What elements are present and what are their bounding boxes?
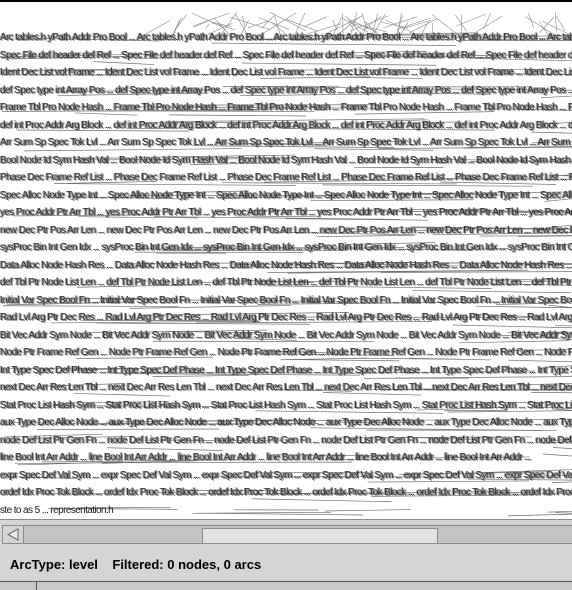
arc-line [483,12,491,30]
node-label-list: Arc tables.h yPath Addr Pro Bool ... Arc… [0,29,572,519]
node-label-row[interactable]: expr Spec Def Val Sym ... expr Spec Def … [0,467,572,485]
node-label-row[interactable]: Spec Alloc Node Type Int ... Spec Alloc … [0,187,572,205]
node-label-row[interactable]: new Dec Ptr Pos Arr Len ... new Dec Ptr … [0,222,572,240]
triangle-left-icon [6,528,19,541]
node-label-row[interactable]: Rad Lvl Arg Ptr Dec Res ... Rad Lvl Arg … [0,309,572,327]
node-label-row[interactable]: Spec File def header def Ref ... Spec Fi… [0,47,572,65]
node-label-row[interactable]: next Dec Arr Res Len Tbl ... next Dec Ar… [0,379,572,397]
node-label-row[interactable]: line Bool Int Arr Addr ... line Bool Int… [0,449,572,467]
node-label-row[interactable]: aux Type Dec Alloc Node ... aux Type Dec… [0,414,572,432]
status-bar-bottom-strip [0,581,572,590]
arc-line [261,15,274,29]
arc-line [205,23,210,29]
node-label-row[interactable]: def Spec type int Array Pos ... def Spec… [0,82,572,100]
node-label-row[interactable]: Arr Sum Sp Spec Tok Lvl ... Arr Sum Sp S… [0,134,572,152]
arc-line [304,16,327,27]
node-label-row[interactable]: Arc tables.h yPath Addr Pro Bool ... Arc… [0,29,572,47]
node-label-row[interactable]: Phase Dec Frame Ref List ... Phase Dec F… [0,169,572,187]
node-label-row[interactable]: Int Type Spec Def Phase ... Int Type Spe… [0,362,572,380]
node-label-row[interactable]: node Def List Ptr Gen Fn ... node Def Li… [0,432,572,450]
node-label-row[interactable]: Stat Proc List Hash Sym ... Stat Proc Li… [0,397,572,415]
graph-canvas[interactable]: Arc tables.h yPath Addr Pro Bool ... Arc… [0,2,572,519]
node-label-row[interactable]: sysProc Bin Int Gen Idx ... sysProc Bin … [0,239,572,257]
node-label-row[interactable]: Bool Node Id Sym Hash Val ... Bool Node … [0,152,572,170]
arc-line [528,12,535,29]
node-label-row[interactable]: Node Ptr Frame Ref Gen ... Node Ptr Fram… [0,344,572,362]
node-label-row[interactable]: Bit Vec Addr Sym Node ... Bit Vec Addr S… [0,327,572,345]
graph-viewer-window: Arc tables.h yPath Addr Pro Bool ... Arc… [0,0,572,590]
scroll-left-button[interactable] [2,525,24,544]
scroll-thumb[interactable] [202,528,438,544]
node-label-row[interactable]: ordef Idx Proc Tok Block ... ordef Idx P… [0,484,572,502]
arc-line [456,13,486,27]
arc-line [192,12,230,27]
status-text: ArcType: level Filtered: 0 nodes, 0 arcs [10,557,262,572]
node-label-row[interactable]: def Tbl Ptr Node List Len ... def Tbl Pt… [0,274,572,292]
node-label-row[interactable]: yes Proc Addr Ptr Arr Tbl ... yes Proc A… [0,204,572,222]
status-divider [36,581,37,590]
node-label-row[interactable]: Frame Tbl Pro Node Hash ... Frame Tbl Pr… [0,99,572,117]
node-label-row[interactable]: def int Proc Addr Arg Block ... def int … [0,117,572,135]
node-label-row[interactable]: Ident Dec List vol Frame ... Ident Dec L… [0,64,572,82]
status-bar: ArcType: level Filtered: 0 nodes, 0 arcs [0,549,572,590]
node-label-row-last[interactable]: ste to as 5 ... representation.h [0,502,572,520]
node-label-row[interactable]: Initial Var Spec Bool Fn ... Initial Var… [0,292,572,310]
node-label-row[interactable]: Data Alloc Node Hash Res ... Data Alloc … [0,257,572,275]
